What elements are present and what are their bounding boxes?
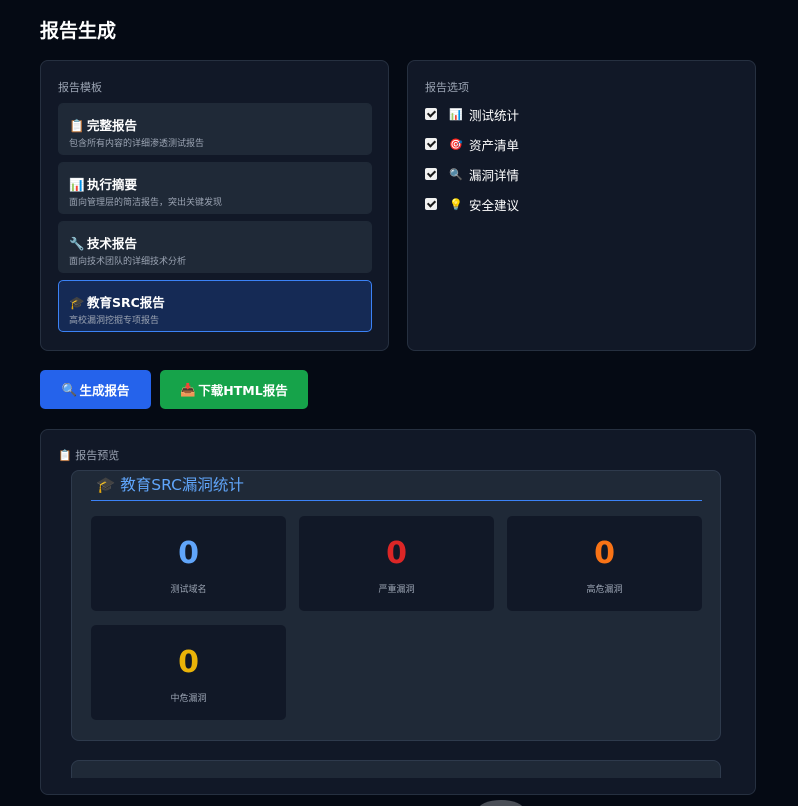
checkbox[interactable] (425, 198, 437, 210)
template-desc: 面向管理层的简洁报告，突出关键发现 (69, 198, 223, 208)
option-label: 资产清单 (469, 137, 520, 153)
stat-label: 严重漏洞 (378, 585, 415, 595)
checkbox[interactable] (425, 138, 437, 150)
template-desc: 面向技术团队的详细技术分析 (69, 257, 187, 267)
option-asset-list[interactable]: 🎯 资产清单 (425, 135, 519, 153)
stat-label: 高危漏洞 (586, 585, 623, 595)
stat-value: 0 (178, 645, 199, 680)
clipboard-icon: 📋 (58, 449, 72, 462)
option-label: 测试统计 (469, 107, 520, 123)
report-template-label: 报告模板 (58, 81, 102, 94)
report-preview-panel: 📋 报告预览 🎓 教育SRC漏洞统计 0 测试域名 0 严重漏洞 0 高危漏洞 … (40, 429, 756, 795)
lightbulb-icon: 💡 (449, 197, 463, 211)
graduation-cap-icon: 🎓 (96, 476, 116, 494)
stat-value: 0 (594, 536, 615, 571)
template-title: 🎓 教育SRC报告 (69, 295, 165, 310)
option-label: 漏洞详情 (469, 167, 520, 183)
clipboard-icon: 📋 (69, 118, 85, 133)
edu-src-stats-card: 🎓 教育SRC漏洞统计 0 测试域名 0 严重漏洞 0 高危漏洞 0 中危漏洞 (71, 470, 721, 741)
download-html-label: 下载HTML报告 (198, 383, 288, 398)
generate-report-button[interactable]: 🔍 生成报告 (40, 370, 151, 409)
report-options-panel: 报告选项 📊 测试统计 🎯 资产清单 🔍 漏洞详情 💡 安全建议 (407, 60, 756, 351)
bar-chart-icon: 📊 (69, 177, 85, 192)
target-icon: 🎯 (449, 137, 463, 151)
floating-avatar[interactable] (478, 800, 524, 806)
graduation-cap-icon: 🎓 (69, 295, 85, 310)
checkbox[interactable] (425, 108, 437, 120)
template-card-full[interactable]: 📋 完整报告 包含所有内容的详细渗透测试报告 (58, 103, 372, 155)
download-html-button[interactable]: 📥 下载HTML报告 (160, 370, 308, 409)
magnifier-icon: 🔍 (449, 167, 463, 181)
template-title: 📊 执行摘要 (69, 177, 138, 192)
stat-value: 0 (386, 536, 407, 571)
stat-value: 0 (178, 536, 199, 571)
template-card-edu-src[interactable]: 🎓 教育SRC报告 高校漏洞挖掘专项报告 (58, 280, 372, 332)
edu-src-stats-title: 🎓 教育SRC漏洞统计 (96, 476, 244, 494)
template-desc: 包含所有内容的详细渗透测试报告 (69, 139, 205, 149)
inbox-tray-icon: 📥 (180, 381, 196, 397)
stat-tested-domains: 0 测试域名 (91, 516, 286, 611)
template-title: 📋 完整报告 (69, 118, 138, 133)
option-security-advice[interactable]: 💡 安全建议 (425, 195, 519, 213)
report-preview-label: 📋 报告预览 (58, 449, 120, 462)
report-options-label: 报告选项 (425, 81, 469, 94)
checkbox[interactable] (425, 168, 437, 180)
template-desc: 高校漏洞挖掘专项报告 (69, 316, 160, 326)
generate-report-label: 生成报告 (79, 383, 130, 398)
stat-label: 中危漏洞 (170, 694, 207, 704)
template-title: 🔧 技术报告 (69, 236, 138, 251)
preview-scroll-edge (41, 778, 755, 794)
stat-critical-vulns: 0 严重漏洞 (299, 516, 494, 611)
wrench-icon: 🔧 (69, 236, 85, 251)
magnifier-icon: 🔍 (61, 381, 78, 397)
option-test-stats[interactable]: 📊 测试统计 (425, 105, 519, 123)
title-divider (91, 500, 702, 501)
bar-chart-icon: 📊 (449, 107, 463, 121)
stat-medium-vulns: 0 中危漏洞 (91, 625, 286, 720)
stat-label: 测试域名 (170, 585, 207, 595)
page-title: 报告生成 (40, 20, 117, 42)
option-label: 安全建议 (469, 197, 520, 213)
stat-high-vulns: 0 高危漏洞 (507, 516, 702, 611)
template-card-executive[interactable]: 📊 执行摘要 面向管理层的简洁报告，突出关键发现 (58, 162, 372, 214)
report-template-panel: 报告模板 📋 完整报告 包含所有内容的详细渗透测试报告 📊 执行摘要 面向管理层的简… (40, 60, 389, 351)
option-vuln-details[interactable]: 🔍 漏洞详情 (425, 165, 519, 183)
template-card-technical[interactable]: 🔧 技术报告 面向技术团队的详细技术分析 (58, 221, 372, 273)
